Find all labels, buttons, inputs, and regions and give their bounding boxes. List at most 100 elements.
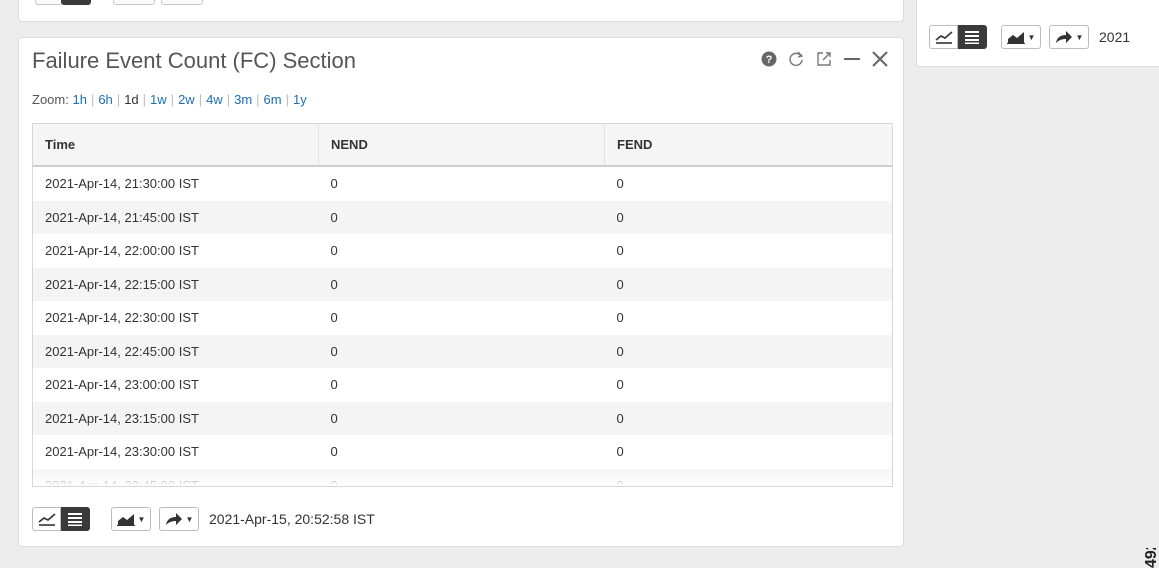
area-chart-icon bbox=[116, 514, 135, 526]
line-chart-icon bbox=[935, 31, 953, 44]
view-toggle-group bbox=[32, 507, 90, 531]
zoom-separator: | bbox=[256, 92, 260, 107]
zoom-option-3m[interactable]: 3m bbox=[234, 92, 252, 107]
previous-section-panel bbox=[18, 0, 904, 22]
chart-view-toggle-partial[interactable] bbox=[35, 0, 63, 5]
zoom-option-6h[interactable]: 6h bbox=[98, 92, 112, 107]
svg-text:?: ? bbox=[766, 54, 773, 66]
section-toolbar: ▼ ▼ 2021-Apr-15, 20:52:58 IST bbox=[32, 507, 375, 531]
cell-nend: 0 bbox=[330, 176, 338, 192]
cell-time: 2021-Apr-14, 22:30:00 IST bbox=[45, 310, 199, 326]
cell-nend: 0 bbox=[318, 267, 605, 301]
help-icon[interactable]: ? bbox=[761, 51, 777, 67]
view-toggle-group bbox=[929, 25, 987, 49]
table-row: 2021-Apr-14, 23:30:00 IST 0 0 bbox=[33, 435, 892, 469]
line-chart-icon bbox=[38, 513, 56, 526]
cell-fend: 0 bbox=[616, 243, 624, 259]
cell-time: 2021-Apr-14, 22:45:00 IST bbox=[33, 334, 319, 368]
table-view-toggle-partial[interactable] bbox=[61, 0, 91, 5]
cell-nend: 0 bbox=[330, 444, 338, 460]
close-icon[interactable] bbox=[871, 50, 889, 68]
refresh-icon[interactable] bbox=[787, 50, 805, 68]
chevron-down-icon: ▼ bbox=[1027, 32, 1036, 42]
external-link-icon[interactable] bbox=[815, 50, 833, 68]
cell-time: 2021-Apr-14, 22:15:00 IST bbox=[33, 267, 319, 301]
cell-time: 2021-Apr-14, 21:30:00 IST bbox=[45, 176, 199, 192]
cell-fend: 0 bbox=[604, 401, 892, 435]
zoom-separator: | bbox=[116, 92, 121, 107]
cell-nend: 0 bbox=[318, 334, 605, 368]
column-header-nend[interactable]: NEND bbox=[318, 124, 605, 167]
chart-view-button[interactable] bbox=[32, 507, 61, 531]
column-header-fend[interactable]: FEND bbox=[604, 124, 892, 167]
share-arrow-icon bbox=[1055, 31, 1072, 43]
fc-table: Time NEND FEND 2021-Apr-14, 21:30:00 IST… bbox=[33, 124, 892, 486]
export-dropdown[interactable]: ▼ bbox=[159, 507, 199, 531]
table-row: 2021-Apr-14, 21:30:00 IST 0 0 bbox=[33, 166, 892, 201]
chevron-down-icon: ▼ bbox=[137, 514, 146, 524]
export-dropdown[interactable]: ▼ bbox=[1049, 25, 1089, 49]
scroll-fade bbox=[33, 468, 892, 486]
chart-view-button[interactable] bbox=[929, 25, 958, 49]
cell-nend: 0 bbox=[318, 401, 605, 435]
table-row: 2021-Apr-14, 23:15:00 IST 0 0 bbox=[33, 401, 892, 435]
zoom-option-1d: 1d bbox=[124, 92, 139, 107]
fc-table-container[interactable]: Time NEND FEND 2021-Apr-14, 21:30:00 IST… bbox=[32, 123, 893, 487]
zoom-label: Zoom: bbox=[32, 92, 69, 107]
cell-fend: 0 bbox=[616, 176, 624, 192]
table-header-row: Time NEND FEND bbox=[33, 124, 892, 167]
area-chart-icon bbox=[1006, 32, 1025, 44]
section-title: Failure Event Count (FC) Section bbox=[32, 48, 357, 73]
cell-fend: 0 bbox=[616, 377, 624, 393]
zoom-option-1y[interactable]: 1y bbox=[293, 92, 307, 107]
zoom-controls: Zoom: 1h | 6h | 1d | 1w | 2w | 4w | 3m | 6m | 1y bbox=[32, 92, 307, 107]
cell-nend: 0 bbox=[330, 310, 338, 326]
minimize-icon[interactable] bbox=[843, 50, 861, 68]
last-updated-timestamp: 2021 bbox=[1099, 29, 1131, 45]
zoom-option-1w[interactable]: 1w bbox=[150, 92, 167, 107]
table-view-button[interactable] bbox=[958, 25, 987, 49]
cell-fend: 0 bbox=[616, 444, 624, 460]
zoom-separator: | bbox=[90, 92, 95, 107]
cell-time: 2021-Apr-14, 23:15:00 IST bbox=[33, 401, 319, 435]
cell-nend: 0 bbox=[330, 377, 338, 393]
table-row: 2021-Apr-14, 21:45:00 IST 0 0 bbox=[33, 200, 892, 234]
table-row: 2021-Apr-14, 23:00:00 IST 0 0 bbox=[33, 368, 892, 402]
chevron-down-icon: ▼ bbox=[1075, 32, 1084, 42]
zoom-separator: | bbox=[226, 92, 231, 107]
chevron-down-icon: ▼ bbox=[185, 514, 194, 524]
right-toolbar: ▼ ▼ 2021 bbox=[929, 25, 1130, 49]
chart-type-dropdown[interactable]: ▼ bbox=[111, 507, 151, 531]
list-icon bbox=[965, 31, 979, 44]
table-row: 2021-Apr-14, 22:45:00 IST 0 0 bbox=[33, 334, 892, 368]
export-dropdown-partial[interactable] bbox=[161, 0, 203, 5]
zoom-separator: | bbox=[142, 92, 147, 107]
cell-time: 2021-Apr-14, 23:30:00 IST bbox=[45, 444, 199, 460]
zoom-separator: | bbox=[285, 92, 289, 107]
cell-time: 2021-Apr-14, 23:00:00 IST bbox=[45, 377, 199, 393]
zoom-separator: | bbox=[170, 92, 175, 107]
cell-time: 2021-Apr-14, 22:00:00 IST bbox=[45, 243, 199, 259]
chart-type-dropdown-partial[interactable] bbox=[113, 0, 155, 5]
failure-event-count-section: Failure Event Count (FC) Section ? Zoom:… bbox=[18, 37, 904, 547]
cell-nend: 0 bbox=[318, 200, 605, 234]
column-header-time[interactable]: Time bbox=[33, 124, 319, 167]
last-updated-timestamp: 2021-Apr-15, 20:52:58 IST bbox=[209, 511, 375, 527]
cell-fend: 0 bbox=[604, 267, 892, 301]
chart-type-dropdown[interactable]: ▼ bbox=[1001, 25, 1041, 49]
table-view-button[interactable] bbox=[61, 507, 90, 531]
cell-time: 2021-Apr-14, 21:45:00 IST bbox=[33, 200, 319, 234]
adjacent-section-panel: ▼ ▼ 2021 bbox=[916, 0, 1159, 67]
zoom-option-6m[interactable]: 6m bbox=[264, 92, 282, 107]
table-row: 2021-Apr-14, 22:00:00 IST 0 0 bbox=[33, 234, 892, 268]
share-arrow-icon bbox=[165, 513, 182, 525]
zoom-separator: | bbox=[198, 92, 203, 107]
zoom-option-1h[interactable]: 1h bbox=[72, 92, 86, 107]
zoom-option-2w[interactable]: 2w bbox=[178, 92, 195, 107]
section-header-actions: ? bbox=[761, 50, 889, 68]
cell-fend: 0 bbox=[604, 334, 892, 368]
cell-fend: 0 bbox=[616, 310, 624, 326]
list-icon bbox=[68, 513, 82, 526]
table-row: 2021-Apr-14, 22:15:00 IST 0 0 bbox=[33, 267, 892, 301]
zoom-option-4w[interactable]: 4w bbox=[206, 92, 223, 107]
